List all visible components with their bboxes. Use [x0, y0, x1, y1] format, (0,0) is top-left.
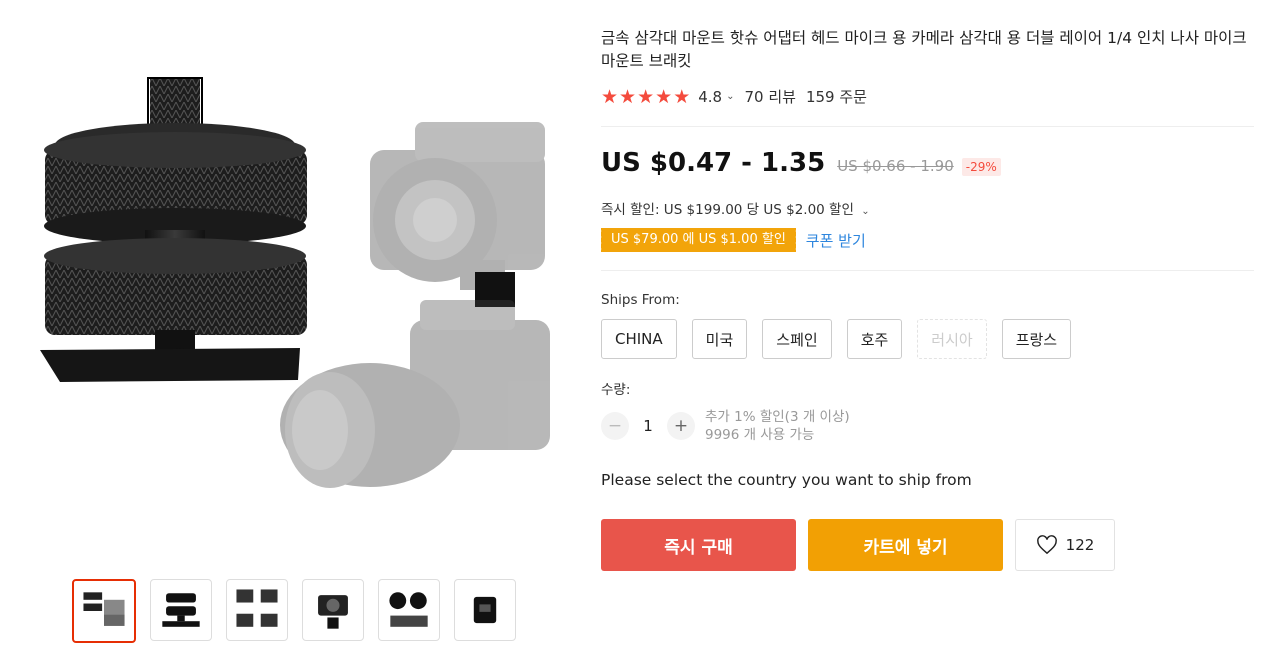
- divider: [601, 270, 1254, 271]
- current-price: US $0.47 - 1.35: [601, 148, 826, 178]
- ship-option-france[interactable]: 프랑스: [1001, 319, 1072, 359]
- chevron-down-icon[interactable]: ⌄: [861, 206, 869, 217]
- coupon-row: US $79.00 에 US $1.00 할인 쿠폰 받기: [599, 228, 866, 252]
- quantity-note: 추가 1% 할인(3 개 이상) 9996 개 사용 가능: [705, 408, 850, 444]
- star-icon: ★: [673, 85, 691, 108]
- quantity-decrease-button[interactable]: −: [601, 412, 629, 440]
- thumbnail-strip: [72, 579, 516, 643]
- quantity-label: 수량:: [601, 382, 631, 398]
- rating-stars: ★ ★ ★ ★ ★: [601, 87, 690, 107]
- thumbnail-5[interactable]: [378, 579, 440, 641]
- order-count: 159 주문: [805, 88, 867, 106]
- product-main-image[interactable]: [20, 30, 565, 560]
- chevron-down-icon[interactable]: ⌄: [726, 91, 734, 102]
- buy-now-button[interactable]: 즉시 구매: [601, 519, 796, 571]
- original-price: US $0.66 - 1.90: [837, 157, 954, 175]
- action-buttons: 즉시 구매 카트에 넣기 122: [601, 519, 1115, 571]
- stock-available: 9996 개 사용 가능: [705, 427, 815, 443]
- thumbnail-4[interactable]: [302, 579, 364, 641]
- review-count[interactable]: 70 리뷰: [744, 86, 795, 107]
- ship-option-china[interactable]: CHINA: [601, 319, 677, 359]
- rating-row: ★ ★ ★ ★ ★ 4.8 ⌄ 70 리뷰 159 주문: [601, 86, 867, 107]
- quantity-increase-button[interactable]: +: [667, 412, 695, 440]
- product-title: 금속 삼각대 마운트 핫슈 어댑터 헤드 마이크 용 카메라 삼각대 용 더블 …: [601, 29, 1247, 70]
- thumbnail-3[interactable]: [226, 579, 288, 641]
- heart-icon: [1036, 535, 1057, 555]
- star-icon: ★: [601, 85, 619, 108]
- star-icon: ★: [637, 85, 655, 108]
- ships-from-label: Ships From:: [601, 292, 680, 308]
- wishlist-button[interactable]: 122: [1015, 519, 1115, 571]
- discount-badge: -29%: [961, 158, 1001, 176]
- ship-option-usa[interactable]: 미국: [691, 319, 748, 359]
- ship-option-spain[interactable]: 스페인: [762, 319, 832, 359]
- ship-option-australia[interactable]: 호주: [846, 319, 903, 359]
- wishlist-count: 122: [1065, 536, 1095, 554]
- thumbnail-1[interactable]: [72, 579, 136, 643]
- price-row: US $0.47 - 1.35 US $0.66 - 1.90 -29%: [601, 148, 1001, 178]
- divider: [601, 126, 1254, 127]
- instant-discount-text: 즉시 할인: US $199.00 당 US $2.00 할인: [601, 202, 854, 218]
- instant-discount[interactable]: 즉시 할인: US $199.00 당 US $2.00 할인 ⌄: [601, 198, 880, 218]
- thumbnail-2[interactable]: [150, 579, 212, 641]
- get-coupon-link[interactable]: 쿠폰 받기: [806, 230, 866, 251]
- quantity-stepper: − 1 + 추가 1% 할인(3 개 이상) 9996 개 사용 가능: [601, 408, 850, 444]
- ship-option-russia: 러시아: [917, 319, 987, 359]
- coupon-badge: US $79.00 에 US $1.00 할인: [599, 228, 796, 252]
- star-icon: ★: [655, 85, 673, 108]
- quantity-input[interactable]: 1: [629, 417, 667, 435]
- bulk-discount-note: 추가 1% 할인(3 개 이상): [705, 409, 850, 425]
- ships-from-options: CHINA 미국 스페인 호주 러시아 프랑스: [601, 319, 1072, 359]
- rating-value[interactable]: 4.8: [698, 88, 722, 106]
- ship-select-message: Please select the country you want to sh…: [601, 471, 972, 489]
- add-to-cart-button[interactable]: 카트에 넣기: [808, 519, 1003, 571]
- thumbnail-6[interactable]: [454, 579, 516, 641]
- star-icon: ★: [619, 85, 637, 108]
